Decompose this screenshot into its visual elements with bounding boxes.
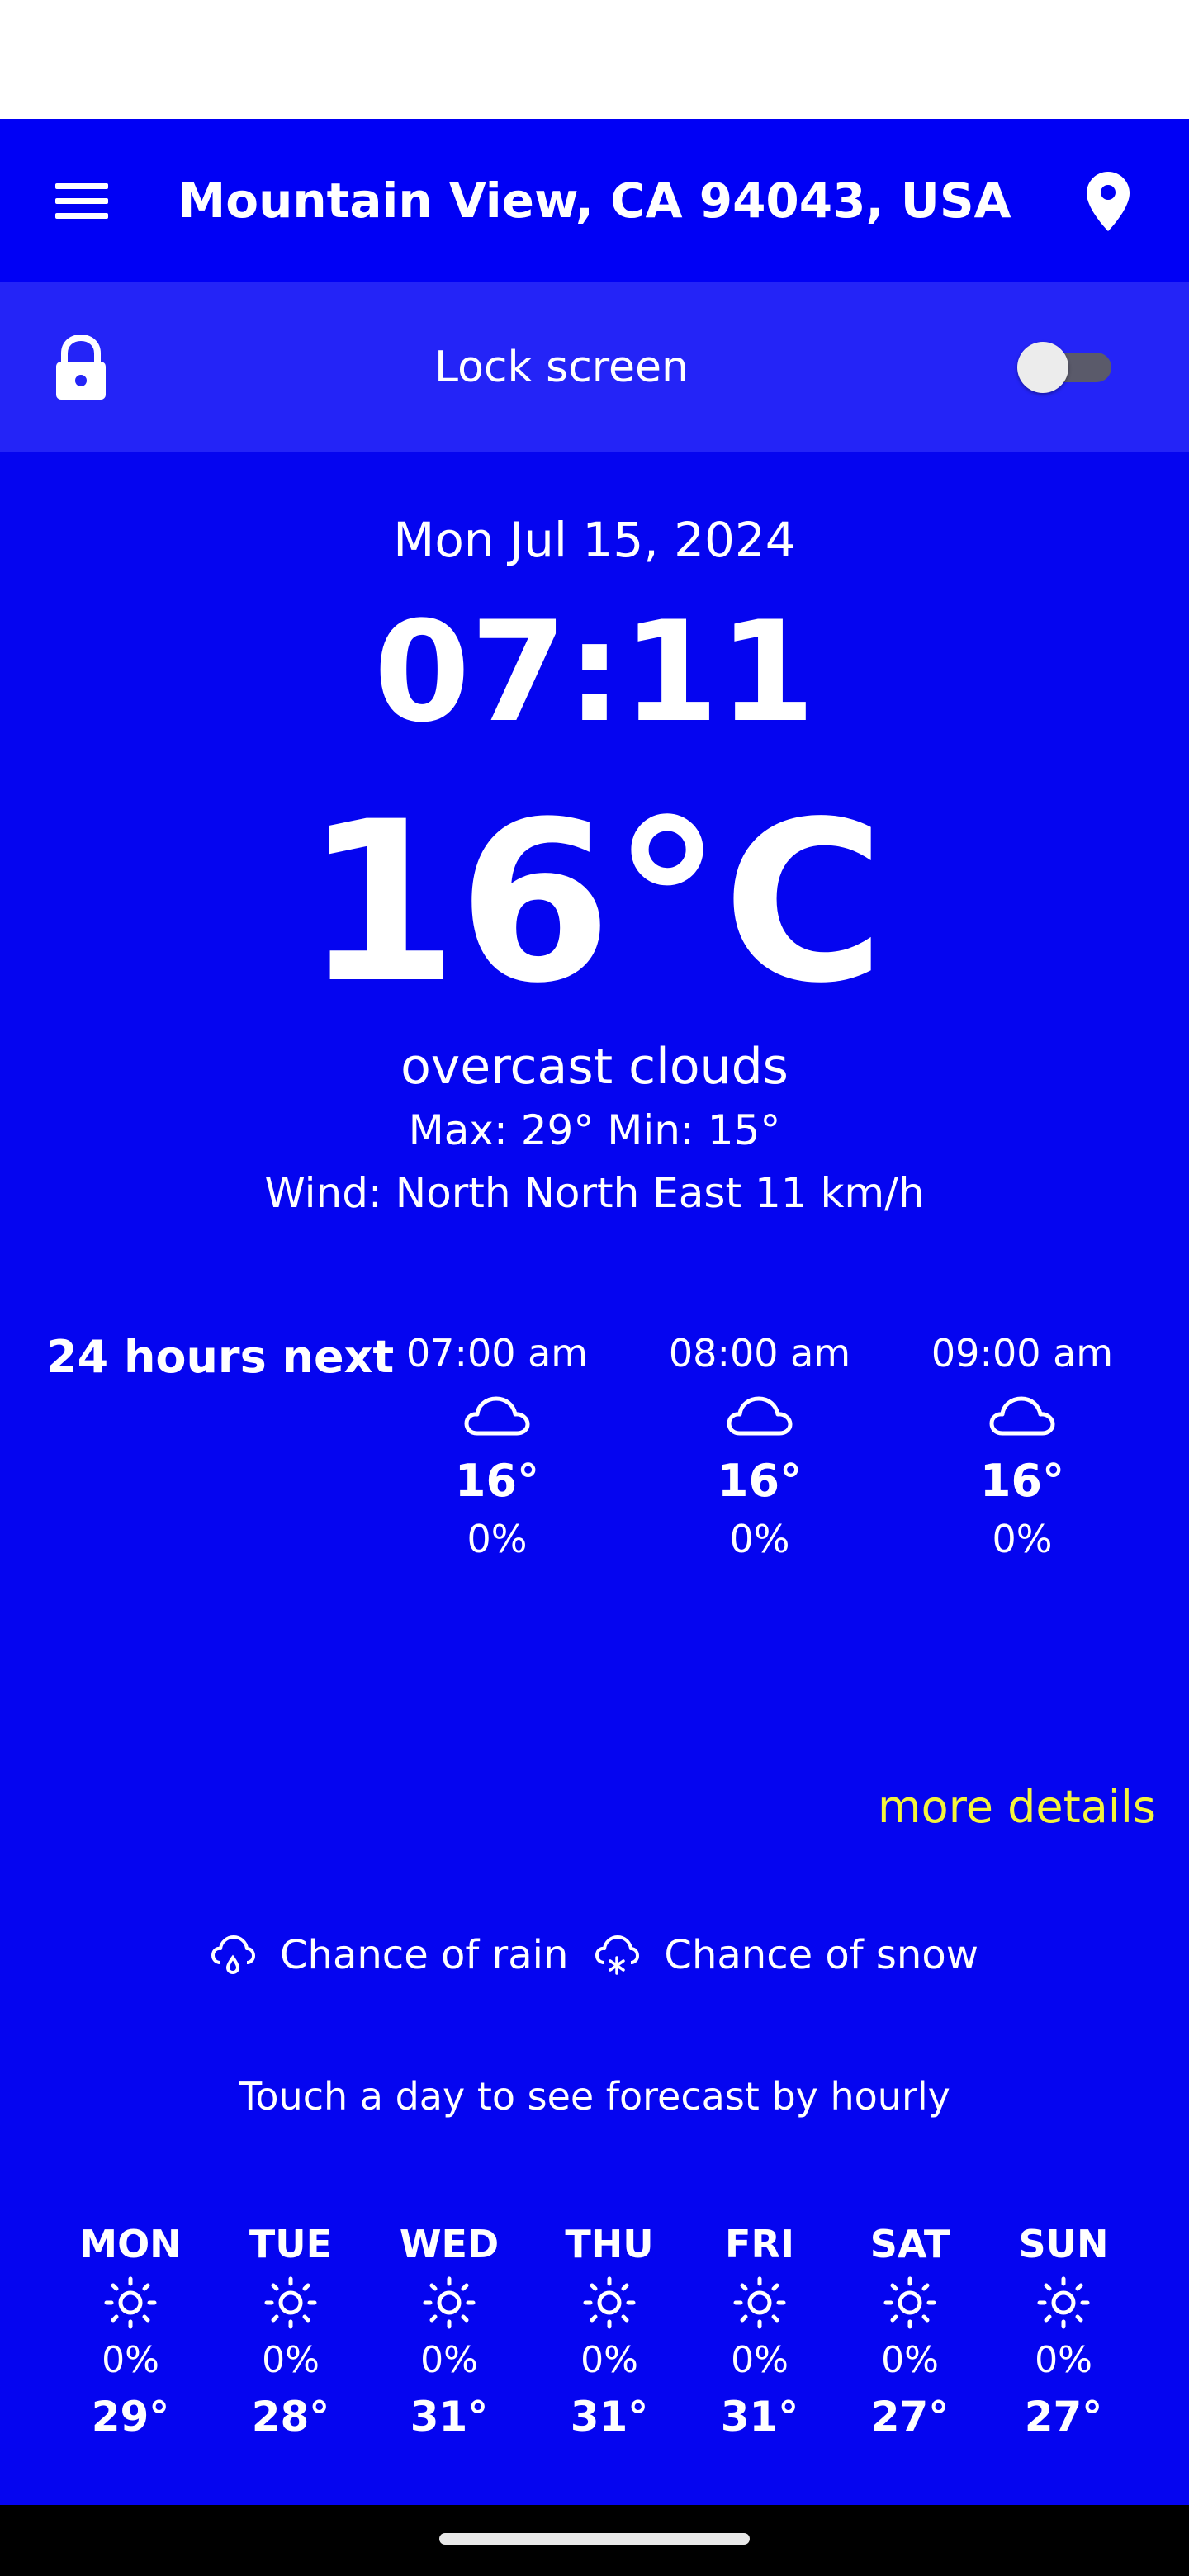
day-name: SAT <box>869 2222 950 2266</box>
day-name: SUN <box>1018 2222 1109 2266</box>
day-precipitation: 0% <box>102 2339 159 2381</box>
legend-snow: Chance of snow <box>594 1932 978 1978</box>
cloud-icon <box>727 1396 793 1436</box>
status-bar <box>0 0 1189 119</box>
sun-icon <box>1037 2276 1090 2329</box>
day-name: THU <box>565 2222 654 2266</box>
navigation-bar <box>0 2505 1189 2576</box>
home-gesture-handle[interactable] <box>439 2533 750 2545</box>
sun-icon <box>733 2276 786 2329</box>
day-precipitation: 0% <box>881 2339 939 2381</box>
weather-description: overcast clouds <box>400 1038 789 1096</box>
hourly-time: 07:00 am <box>405 1331 589 1376</box>
menu-button[interactable] <box>41 168 122 234</box>
screen: Mountain View, CA 94043, USA Lock screen… <box>0 0 1189 2576</box>
day-temperature: 29° <box>91 2393 170 2441</box>
day-name: TUE <box>249 2222 333 2266</box>
day-name: MON <box>79 2222 182 2266</box>
daily-item[interactable]: FRI 0% 31° <box>694 2216 826 2446</box>
day-precipitation: 0% <box>1035 2339 1092 2381</box>
hourly-temperature: 16° <box>979 1455 1065 1507</box>
sun-icon <box>104 2276 157 2329</box>
sun-icon <box>423 2276 476 2329</box>
hourly-item[interactable]: 07:00 am 16° 0% <box>390 1324 604 1565</box>
day-temperature: 31° <box>410 2393 489 2441</box>
current-date: Mon Jul 15, 2024 <box>393 512 796 568</box>
day-precipitation: 0% <box>262 2339 320 2381</box>
location-button[interactable] <box>1073 167 1143 236</box>
toggle-thumb <box>1017 342 1068 393</box>
day-temperature: 28° <box>251 2393 330 2441</box>
lock-screen-row: Lock screen <box>0 282 1189 452</box>
daily-item[interactable]: THU 0% 31° <box>543 2216 675 2446</box>
sun-icon <box>264 2276 317 2329</box>
legend-rain-label: Chance of rain <box>280 1932 569 1978</box>
lock-screen-toggle[interactable] <box>1017 342 1115 393</box>
lock-icon <box>56 335 106 400</box>
location-title[interactable]: Mountain View, CA 94043, USA <box>149 119 1040 282</box>
day-precipitation: 0% <box>731 2339 789 2381</box>
daily-item[interactable]: MON 0% 29° <box>64 2216 197 2446</box>
day-temperature: 31° <box>570 2393 649 2441</box>
day-temperature: 27° <box>1024 2393 1103 2441</box>
hourly-time: 08:00 am <box>668 1331 851 1376</box>
snow-cloud-icon <box>595 1935 640 1975</box>
hourly-temperature: 16° <box>717 1455 803 1507</box>
daily-item[interactable]: TUE 0% 28° <box>225 2216 357 2446</box>
daily-item[interactable]: SAT 0% 27° <box>844 2216 976 2446</box>
hourly-precipitation: 0% <box>729 1517 790 1561</box>
lock-screen-label: Lock screen <box>434 343 689 392</box>
daily-item[interactable]: SUN 0% 27° <box>997 2216 1130 2446</box>
sun-icon <box>883 2276 936 2329</box>
day-name: WED <box>399 2222 500 2266</box>
precipitation-legend: Chance of rain Chance of snow <box>0 1922 1189 1988</box>
hourly-time: 09:00 am <box>931 1331 1114 1376</box>
day-precipitation: 0% <box>580 2339 638 2381</box>
max-min-temperature: Max: 29° Min: 15° <box>408 1106 781 1154</box>
legend-snow-label: Chance of snow <box>664 1932 978 1978</box>
more-details-link[interactable]: more details <box>859 1770 1156 1844</box>
hourly-item[interactable]: 08:00 am 16° 0% <box>652 1324 867 1565</box>
cloud-icon <box>464 1396 530 1436</box>
sun-icon <box>583 2276 636 2329</box>
hourly-precipitation: 0% <box>992 1517 1053 1561</box>
hourly-section-label: 24 hours next <box>46 1331 395 1383</box>
day-temperature: 31° <box>720 2393 799 2441</box>
hourly-temperature: 16° <box>454 1455 540 1507</box>
current-time: 07:11 <box>373 591 816 753</box>
cloud-icon <box>989 1396 1055 1436</box>
rain-cloud-icon <box>211 1935 256 1975</box>
location-pin-icon <box>1087 172 1130 231</box>
day-precipitation: 0% <box>420 2339 478 2381</box>
hourly-precipitation: 0% <box>467 1517 528 1561</box>
weather-app: Mountain View, CA 94043, USA Lock screen… <box>0 119 1189 2505</box>
day-name: FRI <box>725 2222 794 2266</box>
current-temperature: 16°C <box>304 774 885 1032</box>
wind-info: Wind: North North East 11 km/h <box>264 1169 925 1217</box>
hourly-item[interactable]: 09:00 am 16° 0% <box>915 1324 1130 1565</box>
legend-rain: Chance of rain <box>211 1932 568 1978</box>
menu-icon <box>55 183 108 219</box>
day-temperature: 27° <box>870 2393 950 2441</box>
toolbar: Mountain View, CA 94043, USA <box>0 119 1189 282</box>
touch-hint: Touch a day to see forecast by hourly <box>239 2074 950 2119</box>
daily-item[interactable]: WED 0% 31° <box>383 2216 515 2446</box>
